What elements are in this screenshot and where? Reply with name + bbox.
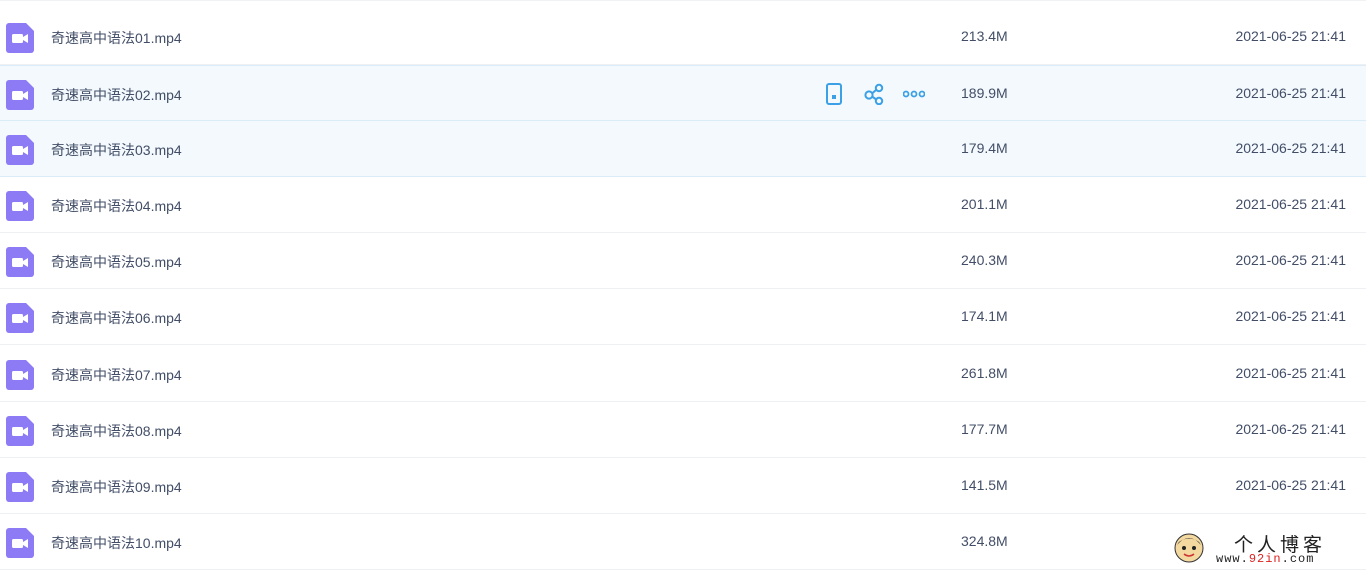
file-size: 174.1M [961, 308, 1008, 324]
watermark: 个人博客 www.92in.com [1172, 529, 1366, 569]
file-name[interactable]: 奇速高中语法08.mp4 [51, 421, 182, 441]
file-size: 261.8M [961, 365, 1008, 381]
file-name[interactable]: 奇速高中语法05.mp4 [51, 252, 182, 272]
file-date: 2021-06-25 21:41 [1235, 421, 1346, 437]
file-date: 2021-06-25 21:41 [1235, 196, 1346, 212]
video-file-icon [6, 472, 34, 502]
file-row[interactable]: 奇速高中语法04.mp4 201.1M 2021-06-25 21:41 [0, 177, 1366, 233]
file-date: 2021-06-25 21:41 [1235, 85, 1346, 101]
avatar-icon [1174, 533, 1204, 563]
watermark-url: www.92in.com [1216, 552, 1315, 566]
file-list: 奇速高中语法01.mp4 213.4M 2021-06-25 21:41 奇速高… [0, 0, 1366, 573]
file-date: 2021-06-25 21:41 [1235, 140, 1346, 156]
file-name[interactable]: 奇速高中语法07.mp4 [51, 365, 182, 385]
file-size: 240.3M [961, 252, 1008, 268]
file-row[interactable]: 奇速高中语法07.mp4 261.8M 2021-06-25 21:41 [0, 346, 1366, 402]
file-name[interactable]: 奇速高中语法06.mp4 [51, 308, 182, 328]
video-file-icon [6, 360, 34, 390]
file-name[interactable]: 奇速高中语法01.mp4 [51, 28, 182, 48]
file-row[interactable]: 奇速高中语法09.mp4 141.5M 2021-06-25 21:41 [0, 458, 1366, 514]
file-name[interactable]: 奇速高中语法04.mp4 [51, 196, 182, 216]
file-date: 2021-06-25 21:41 [1235, 365, 1346, 381]
file-size: 179.4M [961, 140, 1008, 156]
file-row[interactable]: 奇速高中语法06.mp4 174.1M 2021-06-25 21:41 [0, 289, 1366, 345]
row-actions [822, 82, 926, 106]
video-file-icon [6, 80, 34, 110]
file-row[interactable]: 奇速高中语法10.mp4 324.8M [0, 514, 1366, 570]
file-name[interactable]: 奇速高中语法02.mp4 [51, 85, 182, 105]
file-date: 2021-06-25 21:41 [1235, 477, 1346, 493]
share-icon[interactable] [862, 82, 886, 106]
video-file-icon [6, 528, 34, 558]
file-row[interactable]: 奇速高中语法08.mp4 177.7M 2021-06-25 21:41 [0, 402, 1366, 458]
file-size: 201.1M [961, 196, 1008, 212]
file-name[interactable]: 奇速高中语法10.mp4 [51, 533, 182, 553]
phone-icon[interactable] [822, 82, 846, 106]
file-size: 324.8M [961, 533, 1008, 549]
file-row[interactable]: 奇速高中语法05.mp4 240.3M 2021-06-25 21:41 [0, 233, 1366, 289]
file-name[interactable]: 奇速高中语法09.mp4 [51, 477, 182, 497]
file-size: 213.4M [961, 28, 1008, 44]
file-size: 189.9M [961, 85, 1008, 101]
file-row-hovered[interactable]: 奇速高中语法02.mp4 189.9M 2021-06-25 21:41 [0, 65, 1366, 121]
file-date: 2021-06-25 21:41 [1235, 252, 1346, 268]
video-file-icon [6, 247, 34, 277]
file-row[interactable]: 奇速高中语法01.mp4 213.4M 2021-06-25 21:41 [0, 9, 1366, 65]
video-file-icon [6, 135, 34, 165]
video-file-icon [6, 303, 34, 333]
file-name[interactable]: 奇速高中语法03.mp4 [51, 140, 182, 160]
file-size: 141.5M [961, 477, 1008, 493]
video-file-icon [6, 191, 34, 221]
file-size: 177.7M [961, 421, 1008, 437]
video-file-icon [6, 23, 34, 53]
file-date: 2021-06-25 21:41 [1235, 308, 1346, 324]
file-date: 2021-06-25 21:41 [1235, 28, 1346, 44]
video-file-icon [6, 416, 34, 446]
file-row[interactable]: 奇速高中语法03.mp4 179.4M 2021-06-25 21:41 [0, 121, 1366, 177]
more-icon[interactable] [902, 82, 926, 106]
